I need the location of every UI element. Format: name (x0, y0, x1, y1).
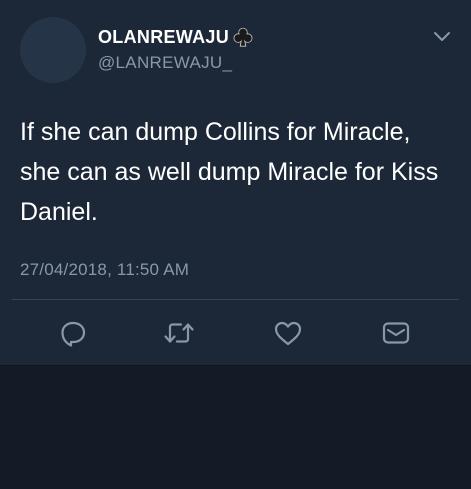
reply-icon (61, 321, 86, 347)
tweet-card: OLANREWAJU @LANREWAJU_ If she can dump C… (0, 0, 471, 365)
reply-button[interactable] (57, 317, 89, 349)
heart-icon (274, 321, 302, 346)
envelope-icon (382, 322, 410, 344)
chevron-down-icon[interactable] (433, 30, 451, 44)
user-handle[interactable]: @LANREWAJU_ (98, 53, 232, 73)
tweet-timestamp[interactable]: 27/04/2018, 11:50 AM (20, 260, 189, 280)
empty-background-area (0, 365, 471, 489)
retweet-icon (164, 323, 194, 343)
user-name-row: OLANREWAJU (98, 26, 254, 48)
like-button[interactable] (272, 317, 304, 349)
avatar[interactable] (20, 17, 86, 83)
display-name[interactable]: OLANREWAJU (98, 27, 229, 48)
retweet-button[interactable] (163, 317, 195, 349)
message-button[interactable] (380, 317, 412, 349)
divider (12, 299, 459, 300)
tweet-text: If she can dump Collins for Miracle, she… (20, 118, 439, 226)
club-suit-icon (233, 27, 253, 47)
